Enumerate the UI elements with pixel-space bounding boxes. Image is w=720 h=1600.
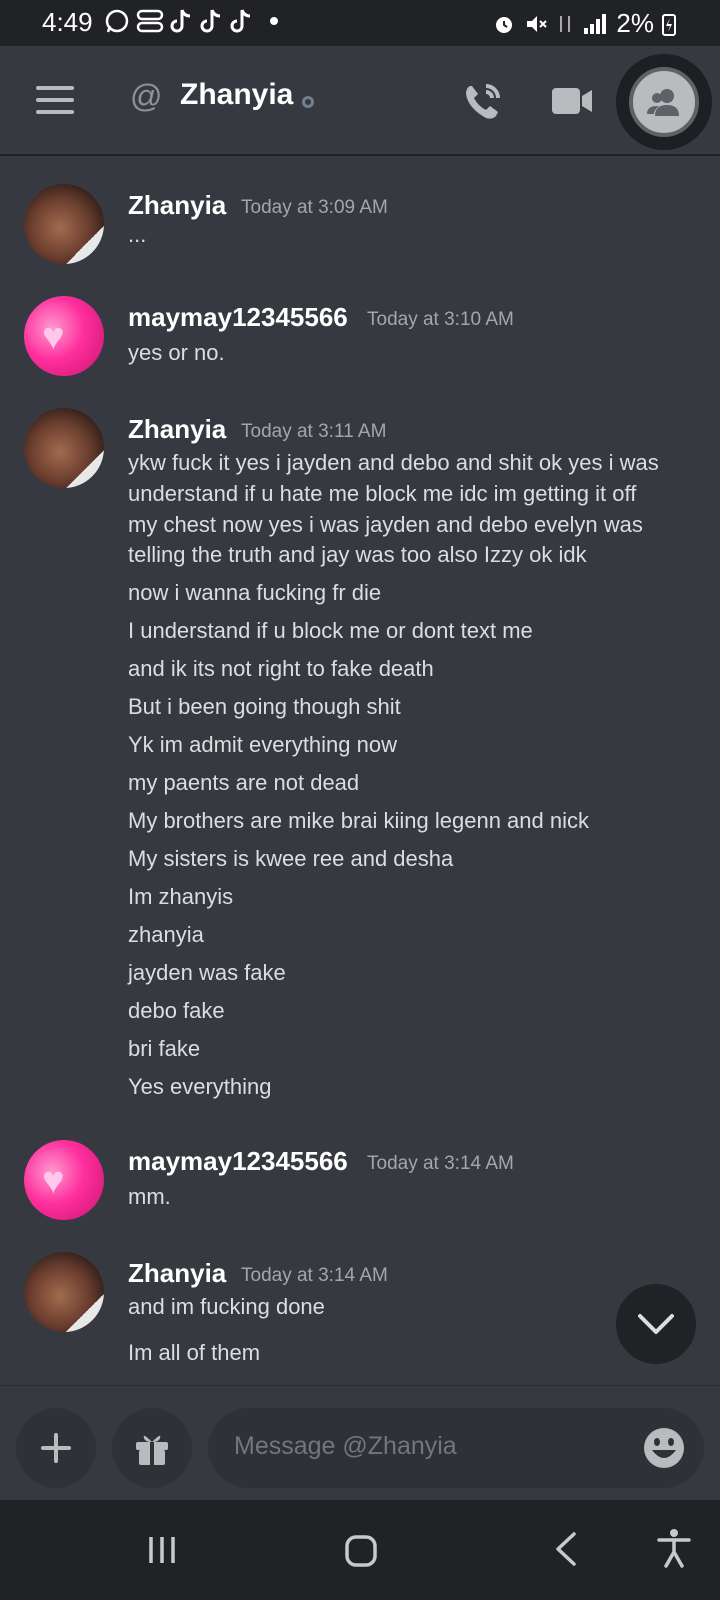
message-text: jayden was fake [128,960,286,985]
video-call-button[interactable] [550,84,594,123]
message-input-placeholder: Message @Zhanyia [234,1432,457,1460]
jump-to-present-button[interactable] [616,1284,696,1364]
member-list-button[interactable] [616,54,712,150]
add-attachment-button[interactable] [16,1408,96,1488]
message-text: My brothers are mike brai kiing legenn a… [128,808,590,833]
status-time: 4:49 [42,7,93,37]
message-text: now i wanna fucking fr die [128,580,382,605]
voice-call-button[interactable] [462,80,504,127]
message-text: debo fake [128,998,225,1023]
notification-icons [104,8,278,34]
message-text: Yes everything [128,1074,272,1099]
message-timestamp: Today at 3:10 AM [367,309,514,330]
message-text: my paents are not dead [128,770,360,795]
message-text: But i been going though shit [128,694,401,719]
message-text: my chest now yes i was jayden and debo e… [128,512,643,537]
system-icons: 2% [492,8,676,39]
message-text: understand if u hate me block me idc im … [128,481,637,506]
battery-charging-icon [662,13,676,36]
offline-status-icon [302,96,314,108]
message-author[interactable]: Zhanyia [128,190,226,221]
avatar[interactable] [24,184,104,264]
gift-icon [136,1435,168,1465]
system-nav-bar [0,1500,720,1600]
status-bar: 4:49 2% [0,0,720,46]
message-timestamp: Today at 3:14 AM [367,1153,514,1174]
accessibility-icon[interactable] [656,1528,692,1568]
home-icon[interactable] [344,1534,378,1568]
message-list[interactable]: Zhanyia Today at 3:09 AM ... ♥ maymay123… [0,160,720,1385]
emoji-icon[interactable] [642,1426,686,1470]
dm-header: @ Zhanyia [0,46,720,156]
message-text: My sisters is kwee ree and desha [128,846,454,871]
message-text: bri fake [128,1036,201,1061]
message-text: zhanyia [128,922,204,947]
battery-percent: 2% [616,8,654,38]
message-text: and ik its not right to fake death [128,656,434,681]
recent-apps-icon[interactable] [146,1534,178,1566]
at-icon: @ [130,78,163,114]
mute-icon [527,15,548,32]
tiktok-icon [170,9,191,33]
gift-nitro-button[interactable] [112,1408,192,1488]
menu-icon[interactable] [36,86,74,116]
alarm-icon [496,16,513,33]
message-timestamp: Today at 3:14 AM [241,1265,388,1286]
message-text: telling the truth and jay was too also I… [128,542,587,567]
more-notifications-dot [270,17,278,25]
message-input[interactable]: Message @Zhanyia [208,1408,704,1488]
avatar[interactable] [24,408,104,488]
avatar[interactable]: ♥ [24,1140,104,1220]
message-text: I understand if u block me or dont text … [128,618,533,643]
composer-bar: Message @Zhanyia [0,1385,720,1501]
phone-call-icon [466,84,500,119]
data-icon [560,15,571,32]
message-author[interactable]: maymay12345566 [128,302,348,333]
message-text: mm. [128,1184,171,1209]
toggle-icon [136,9,164,33]
tiktok-icon [200,9,221,33]
message-text: ... [128,222,147,247]
message-text: Im zhanyis [128,884,234,909]
message-author[interactable]: maymay12345566 [128,1146,348,1177]
plus-icon [41,1433,71,1463]
message-text: Yk im admit everything now [128,732,397,757]
chevron-down-icon [638,1314,674,1334]
message-author[interactable]: Zhanyia [128,1258,226,1289]
tiktok-icon [230,9,251,33]
message-text: yes or no. [128,340,225,365]
avatar[interactable]: ♥ [24,296,104,376]
page-title: Zhanyia [180,78,294,111]
message-timestamp: Today at 3:09 AM [241,197,388,218]
avatar[interactable] [24,1252,104,1332]
users-icon [647,89,679,116]
message-text: Im all of them [128,1340,261,1365]
message-timestamp: Today at 3:11 AM [241,421,387,442]
signal-icon [584,13,607,34]
message-author[interactable]: Zhanyia [128,414,226,445]
whatsapp-icon [105,9,129,33]
video-camera-icon [552,88,592,114]
message-text: and im fucking done [128,1294,325,1319]
back-icon[interactable] [552,1530,580,1568]
message-text: ykw fuck it yes i jayden and debo and sh… [128,450,659,475]
